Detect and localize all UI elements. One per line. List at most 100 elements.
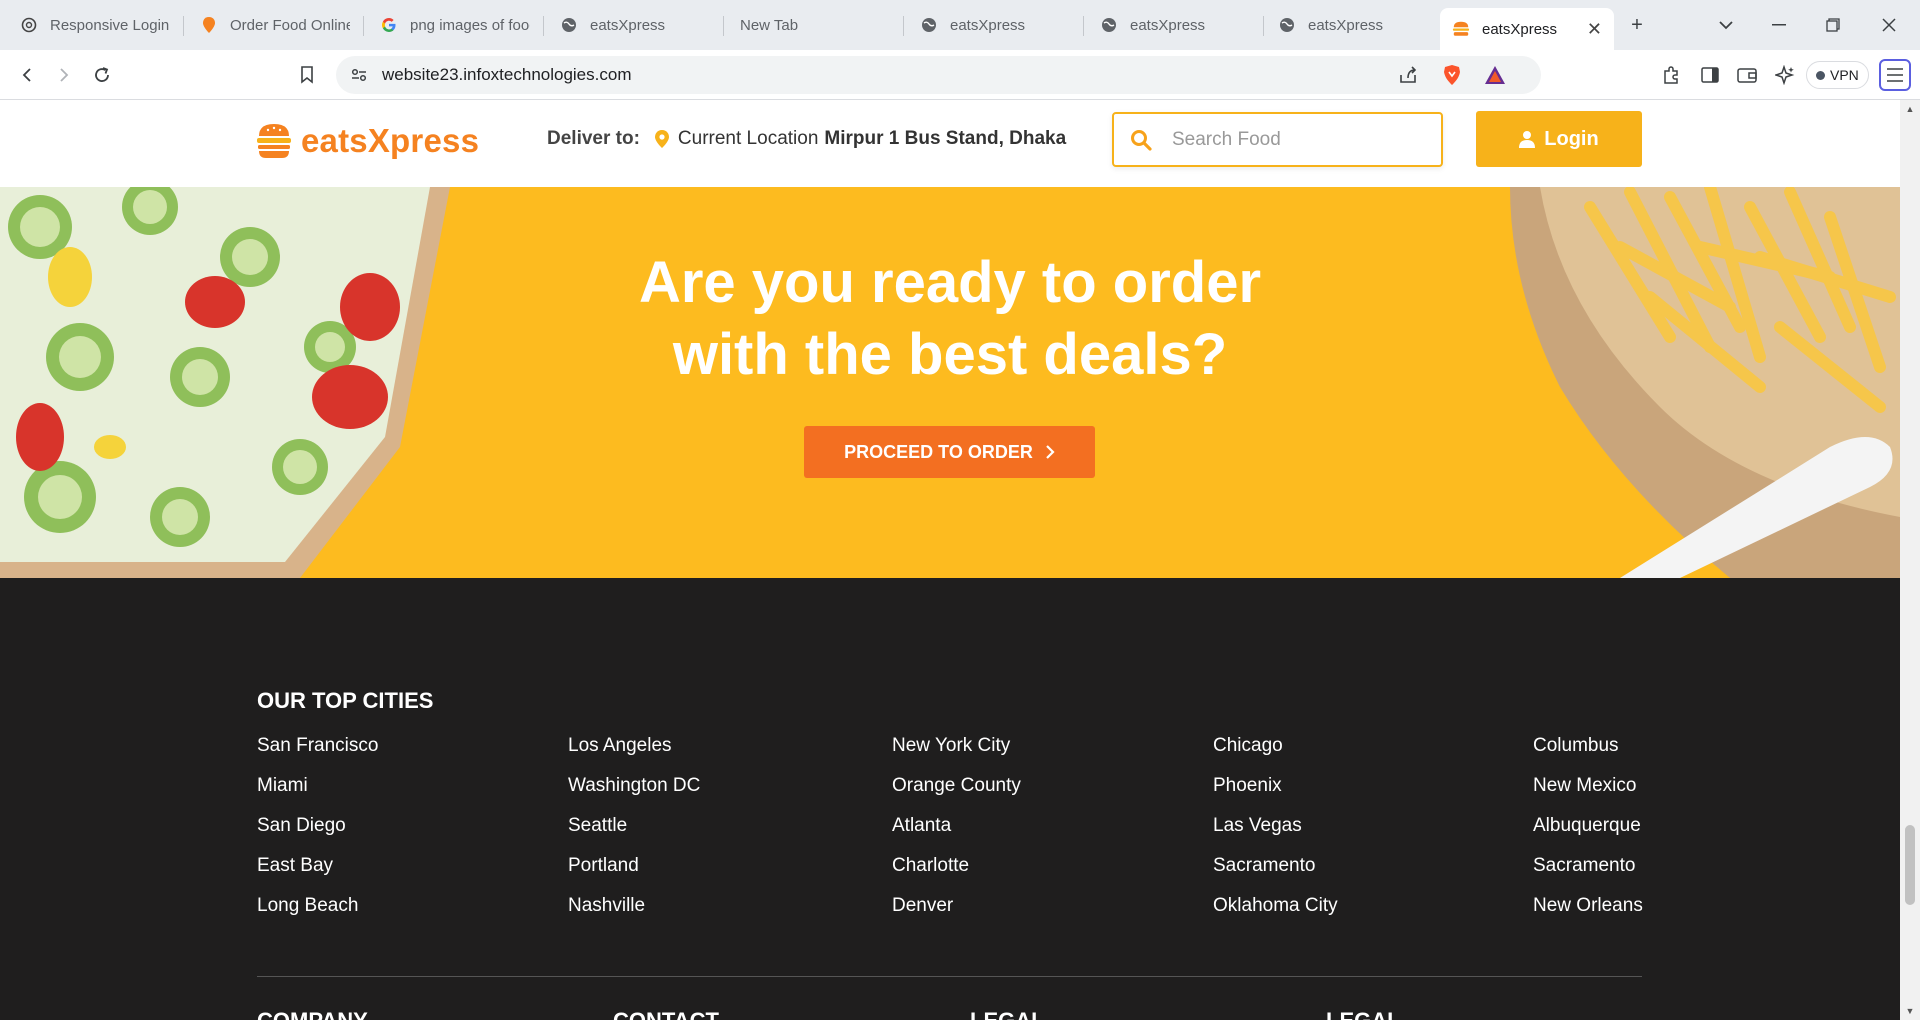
footer-heading-company: COMPANY <box>257 1008 368 1020</box>
city-link[interactable]: Los Angeles <box>568 735 672 757</box>
city-link[interactable]: New York City <box>892 735 1010 757</box>
swiggy-icon <box>200 16 218 34</box>
hero-heading-line: with the best deals? <box>672 322 1228 387</box>
brave-shield-icon[interactable] <box>1442 64 1462 86</box>
wallet-icon[interactable] <box>1732 60 1762 90</box>
sidebar-icon[interactable] <box>1695 60 1725 90</box>
tab-title: Responsive Login <box>50 16 170 34</box>
city-link[interactable]: Orange County <box>892 775 1021 797</box>
city-link[interactable]: Chicago <box>1213 735 1283 757</box>
city-link[interactable]: Oklahoma City <box>1213 895 1338 917</box>
restore-icon[interactable] <box>1818 10 1848 40</box>
top-cities-heading: OUR TOP CITIES <box>257 688 434 713</box>
footer-heading-legal: LEGAL <box>970 1008 1045 1020</box>
tab-title: eatsXpress <box>1130 16 1206 34</box>
city-link[interactable]: Washington DC <box>568 775 700 797</box>
page-viewport: eatsXpress Deliver to: Current Location … <box>0 100 1920 1020</box>
footer-heading-contact: CONTACT <box>613 1008 719 1020</box>
scroll-up-icon[interactable]: ▲ <box>1905 104 1915 114</box>
city-link[interactable]: Las Vegas <box>1213 815 1302 837</box>
browser-tab[interactable]: Responsive Login <box>8 8 182 42</box>
browser-tab[interactable]: eatsXpress <box>548 8 722 42</box>
user-icon <box>1519 130 1536 148</box>
city-link[interactable]: New Mexico <box>1533 775 1636 797</box>
city-link[interactable]: Columbus <box>1533 735 1619 757</box>
city-link[interactable]: Long Beach <box>257 895 358 917</box>
site-info-icon[interactable] <box>350 66 368 84</box>
city-link[interactable]: San Diego <box>257 815 346 837</box>
url-text[interactable]: website23.infoxtechnologies.com <box>382 65 631 85</box>
forward-icon[interactable] <box>49 60 79 90</box>
city-link[interactable]: Albuquerque <box>1533 815 1641 837</box>
menu-icon[interactable] <box>1879 59 1911 91</box>
delivery-location[interactable]: Deliver to: Current Location Mirpur 1 Bu… <box>547 128 1066 150</box>
share-icon[interactable] <box>1398 65 1418 85</box>
proceed-to-order-button[interactable]: PROCEED TO ORDER <box>804 426 1095 478</box>
reload-icon[interactable] <box>87 60 117 90</box>
location-prefix: Current Location <box>677 128 819 149</box>
bookmark-icon[interactable] <box>292 60 322 90</box>
leo-ai-icon[interactable] <box>1770 60 1800 90</box>
location-name: Mirpur 1 Bus Stand, Dhaka <box>824 128 1067 149</box>
extensions-icon[interactable] <box>1656 60 1686 90</box>
globe-icon <box>560 16 578 34</box>
address-bar[interactable]: website23.infoxtechnologies.com <box>336 56 1541 94</box>
site-footer: OUR TOP CITIES San Francisco Miami San D… <box>0 578 1900 1020</box>
window-close-icon[interactable] <box>1874 10 1904 40</box>
tab-title: eatsXpress <box>950 16 1026 34</box>
location-pin-icon <box>654 129 670 149</box>
browser-tab[interactable]: eatsXpress <box>1266 8 1440 42</box>
browser-tab[interactable]: eatsXpress <box>1088 8 1262 42</box>
city-link[interactable]: San Francisco <box>257 735 378 757</box>
city-link[interactable]: Charlotte <box>892 855 969 877</box>
page-scrollbar[interactable]: ▲ ▼ <box>1900 100 1920 1020</box>
city-link[interactable]: Phoenix <box>1213 775 1282 797</box>
browser-tab[interactable]: eatsXpress <box>908 8 1082 42</box>
new-tab-icon[interactable]: + <box>1622 10 1652 40</box>
search-icon <box>1130 129 1152 151</box>
city-link[interactable]: Sacramento <box>1533 855 1635 877</box>
browser-tab[interactable]: Order Food Online <box>188 8 362 42</box>
vpn-button[interactable]: VPN <box>1806 61 1869 89</box>
google-icon <box>380 16 398 34</box>
minimize-icon[interactable] <box>1764 10 1794 40</box>
back-icon[interactable] <box>12 60 42 90</box>
browser-tab[interactable]: png images of food <box>368 8 542 42</box>
tab-title: eatsXpress <box>590 16 666 34</box>
close-tab-icon[interactable]: ✕ <box>1587 19 1602 40</box>
tab-search-chevron-icon[interactable] <box>1711 10 1741 40</box>
login-label: Login <box>1544 127 1599 150</box>
rewards-triangle-icon[interactable] <box>1484 65 1506 85</box>
tab-title: Order Food Online <box>230 16 350 34</box>
globe-icon <box>1100 16 1118 34</box>
vpn-label: VPN <box>1830 67 1859 83</box>
deliver-to-label: Deliver to: <box>547 128 640 149</box>
city-link[interactable]: Nashville <box>568 895 645 917</box>
globe-icon <box>920 16 938 34</box>
city-link[interactable]: Miami <box>257 775 308 797</box>
tab-title: New Tab <box>740 16 799 34</box>
tab-title: eatsXpress <box>1482 20 1558 38</box>
site-header: eatsXpress Deliver to: Current Location … <box>0 100 1900 187</box>
footer-divider <box>257 976 1642 977</box>
city-link[interactable]: East Bay <box>257 855 333 877</box>
browser-tab[interactable]: New Tab <box>728 8 902 42</box>
city-link[interactable]: Portland <box>568 855 639 877</box>
vpn-status-icon <box>1816 70 1825 80</box>
hero-heading-line: Are you ready to order <box>638 250 1262 315</box>
city-link[interactable]: Atlanta <box>892 815 951 837</box>
city-link[interactable]: Seattle <box>568 815 627 837</box>
login-button[interactable]: Login <box>1476 111 1642 167</box>
scroll-down-icon[interactable]: ▼ <box>1905 1006 1915 1016</box>
city-link[interactable]: Sacramento <box>1213 855 1315 877</box>
search-input[interactable] <box>1172 128 1412 151</box>
search-box[interactable] <box>1112 112 1443 167</box>
scrollbar-thumb[interactable] <box>1905 825 1915 905</box>
tab-title: eatsXpress <box>1308 16 1384 34</box>
browser-tab-active[interactable]: eatsXpress ✕ <box>1440 8 1614 50</box>
brand-logo[interactable]: eatsXpress <box>256 122 479 160</box>
city-link[interactable]: Denver <box>892 895 953 917</box>
openai-icon <box>20 16 38 34</box>
city-link[interactable]: New Orleans <box>1533 895 1643 917</box>
hero-heading: Are you ready to order with the best dea… <box>0 247 1900 391</box>
